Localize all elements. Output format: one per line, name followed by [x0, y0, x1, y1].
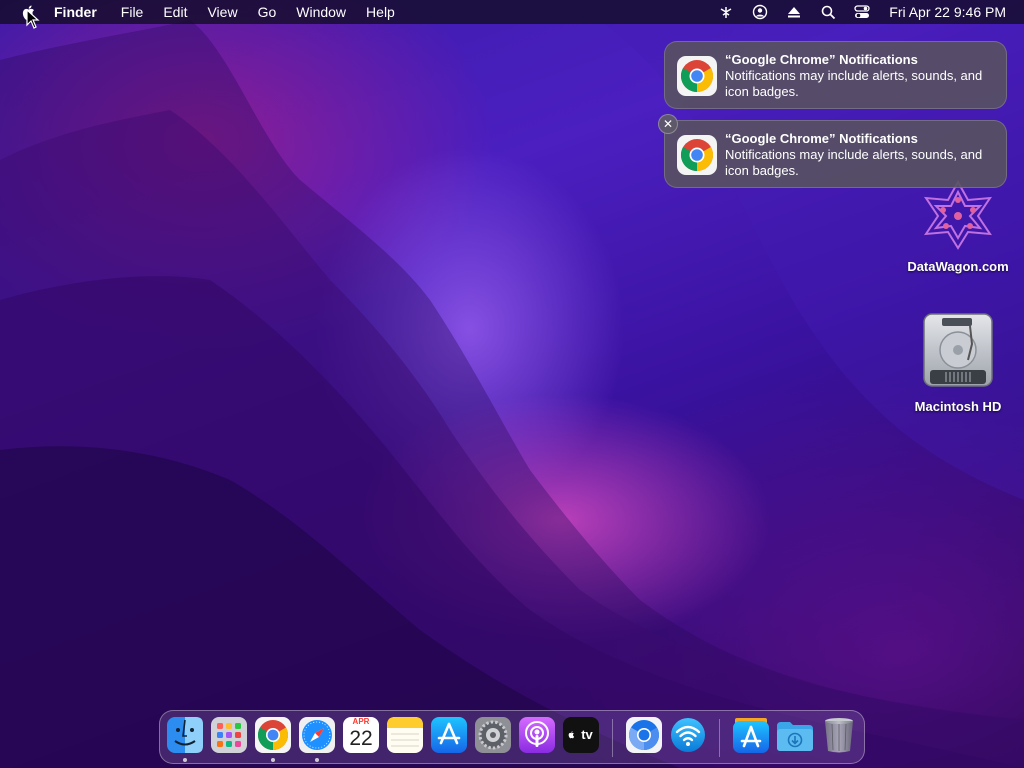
menu-help[interactable]: Help	[356, 0, 405, 24]
dock-podcasts[interactable]	[518, 716, 556, 754]
wifi-icon	[671, 718, 705, 752]
chrome-icon	[677, 56, 717, 96]
dock-downloads[interactable]	[776, 716, 814, 754]
notification-close-button[interactable]: ✕	[658, 114, 678, 134]
dock-chromium[interactable]	[625, 716, 663, 754]
chromium-icon	[626, 717, 662, 753]
notification-title: “Google Chrome” Notifications	[725, 131, 918, 146]
user-icon[interactable]	[748, 0, 772, 24]
dock-applications-folder[interactable]	[732, 716, 770, 754]
app-store-folder-icon	[733, 718, 769, 753]
desktop-icon-macintosh-hd[interactable]: Macintosh HD	[893, 310, 1023, 414]
notification-title: “Google Chrome” Notifications	[725, 52, 918, 67]
apple-tv-label: tv	[581, 727, 593, 742]
dock-safari[interactable]	[298, 716, 336, 754]
menu-app-name[interactable]: Finder	[52, 0, 111, 24]
trash-icon	[825, 718, 853, 753]
dock-calendar[interactable]: APR 22	[342, 716, 380, 754]
dock-system-preferences[interactable]	[474, 716, 512, 754]
hard-drive-icon	[923, 313, 993, 387]
dock-finder[interactable]	[166, 716, 204, 754]
desktop-icon-label: DataWagon.com	[907, 259, 1009, 274]
datawagon-logo-icon	[924, 179, 992, 250]
app-store-icon	[431, 717, 467, 753]
desktop-icon-label: Macintosh HD	[914, 399, 1002, 414]
dock: APR 22 tv	[159, 710, 865, 764]
wifi-signal-icon[interactable]	[714, 0, 738, 24]
running-indicator	[271, 758, 275, 762]
safari-icon	[299, 717, 335, 753]
dock-separator	[612, 719, 613, 757]
notes-icon	[387, 717, 423, 753]
close-icon: ✕	[662, 117, 674, 131]
podcasts-icon	[519, 717, 555, 753]
notification-chrome-2[interactable]: “Google Chrome” Notifications Notificati…	[664, 120, 1007, 188]
menu-go[interactable]: Go	[248, 0, 287, 24]
desktop-icon-datawagon[interactable]: DataWagon.com	[893, 179, 1023, 274]
notification-chrome-1[interactable]: “Google Chrome” Notifications Notificati…	[664, 41, 1007, 109]
finder-icon	[167, 717, 203, 753]
wallpaper	[0, 0, 1024, 768]
calendar-day: 22	[349, 727, 373, 750]
dock-wifi-utility[interactable]	[669, 716, 707, 754]
dock-chrome[interactable]	[254, 716, 292, 754]
dock-trash[interactable]	[820, 716, 858, 754]
eject-icon[interactable]	[782, 0, 806, 24]
notification-body: Notifications may include alerts, sounds…	[725, 68, 983, 99]
dock-notes[interactable]	[386, 716, 424, 754]
dock-apple-tv[interactable]: tv	[562, 716, 600, 754]
dock-separator	[719, 719, 720, 757]
gear-icon	[475, 717, 511, 753]
downloads-folder-icon	[777, 722, 813, 751]
mouse-cursor-icon	[26, 9, 40, 29]
dock-app-store[interactable]	[430, 716, 468, 754]
notification-body: Notifications may include alerts, sounds…	[725, 147, 983, 178]
menu-view[interactable]: View	[197, 0, 247, 24]
menu-window[interactable]: Window	[286, 0, 356, 24]
chrome-icon	[255, 717, 291, 753]
running-indicator	[315, 758, 319, 762]
launchpad-icon	[211, 717, 247, 753]
menu-bar: Finder File Edit View Go Window Help Fri…	[0, 0, 1024, 24]
menu-file[interactable]: File	[111, 0, 154, 24]
dock-launchpad[interactable]	[210, 716, 248, 754]
running-indicator	[183, 758, 187, 762]
control-center-icon[interactable]	[850, 0, 874, 24]
search-icon[interactable]	[816, 0, 840, 24]
menu-clock[interactable]: Fri Apr 22 9:46 PM	[879, 4, 1024, 20]
chrome-icon	[677, 135, 717, 175]
menu-edit[interactable]: Edit	[153, 0, 197, 24]
